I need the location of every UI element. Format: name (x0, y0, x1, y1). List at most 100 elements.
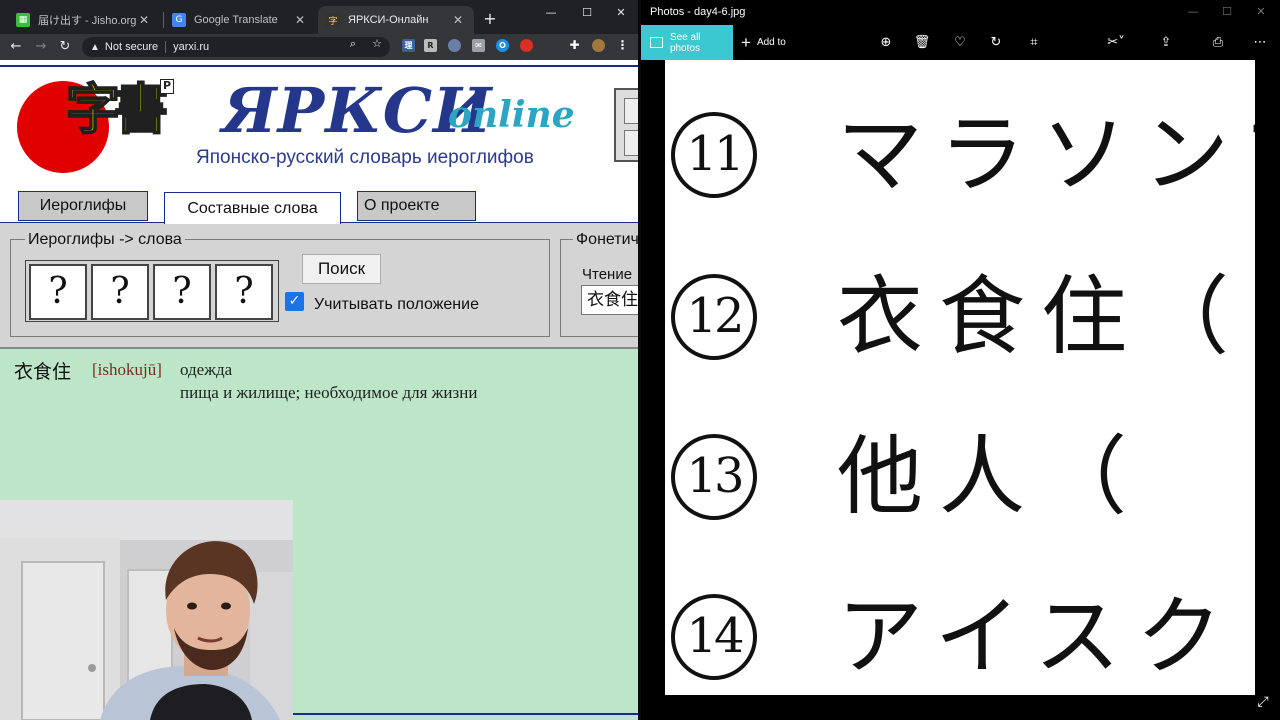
photos-collection-icon (650, 37, 663, 48)
translate-icon: G (172, 13, 186, 27)
circled-number: 11 (671, 112, 757, 198)
tab-jisho[interactable]: ▦ 届け出す - Jisho.org ✕ (8, 6, 160, 34)
search-button[interactable]: Поиск (302, 254, 381, 284)
side-controls[interactable] (614, 88, 640, 162)
photo-row-text: マラソンプ (837, 105, 1255, 205)
tab-title: ЯРКСИ-Онлайн (348, 14, 429, 26)
jisho-icon: ▦ (16, 13, 30, 27)
edit-tools-icon[interactable]: ✂˅ (1101, 34, 1131, 52)
photo-row-13: 13 他人（ (665, 424, 1255, 534)
rotate-icon[interactable]: ↻ (987, 34, 1005, 52)
photo-row-14: 14 アイスクリ (665, 584, 1255, 694)
reading-label: Чтение (582, 266, 633, 283)
forward-icon[interactable]: → (32, 38, 50, 56)
tab-about[interactable]: О проекте (357, 191, 476, 221)
extension-o-icon[interactable]: O (496, 39, 509, 52)
kanji-slot-3[interactable]: ? (153, 264, 211, 320)
position-checkbox[interactable]: ✓ (285, 292, 304, 311)
see-all-label: See all photos (669, 31, 701, 54)
logo-online: online (448, 94, 575, 136)
tab-yarxi[interactable]: 字 ЯРКСИ-Онлайн ✕ (318, 6, 474, 34)
minimize-button[interactable]: — (536, 4, 566, 22)
extension-kanji-icon[interactable]: 理 (402, 39, 415, 52)
circled-number: 14 (671, 594, 757, 680)
maximize-button[interactable]: ☐ (572, 4, 602, 22)
browser-toolbar: ← → ↻ ▲ Not secure yarxi.ru ⌕ ☆ (0, 34, 640, 60)
tab-kanji[interactable]: Иероглифы (18, 191, 148, 221)
zoom-in-icon[interactable]: ⊕ (877, 34, 895, 52)
circled-number: 12 (671, 274, 757, 360)
extension-globe-icon[interactable] (448, 39, 461, 52)
url-text[interactable]: yarxi.ru (173, 41, 209, 53)
close-window-button[interactable]: ✕ (606, 4, 636, 22)
omnibox-divider (165, 41, 167, 53)
tab-strip: ▦ 届け出す - Jisho.org ✕ G Google Translate … (0, 0, 640, 34)
menu-dots-icon[interactable]: ⋮ (616, 39, 629, 52)
position-label[interactable]: Учитывать положение (314, 296, 479, 314)
photos-close-button[interactable]: ✕ (1247, 3, 1275, 21)
phonetic-search-legend: Фонетический поиск (573, 231, 640, 249)
tab-compound-words[interactable]: Составные слова (164, 192, 341, 224)
logo-subtitle: Японско-русский словарь иероглифов (196, 147, 534, 168)
reload-icon[interactable]: ↻ (56, 38, 74, 56)
add-to-button[interactable]: + Add to (741, 25, 786, 60)
kanji-slots: ? ? ? ? (25, 260, 279, 322)
share-icon[interactable]: ⇪ (1157, 34, 1175, 52)
result-word[interactable]: 衣食住 (14, 357, 71, 384)
zoom-icon[interactable]: ⌕ (346, 38, 360, 50)
photo-row-text: 他人（ (837, 427, 1143, 527)
screen: ▦ 届け出す - Jisho.org ✕ G Google Translate … (0, 0, 1280, 720)
top-rule (0, 65, 640, 67)
security-label[interactable]: Not secure (105, 41, 158, 53)
logo-badge: P (160, 79, 174, 94)
photo-row-text: アイスクリ (837, 587, 1255, 687)
tab-title: 届け出す - Jisho.org (38, 15, 136, 27)
plus-icon: + (741, 32, 751, 52)
photo-row-text: 衣食住（ (837, 267, 1245, 367)
photo-image: 11 マラソンプ 12 衣食住（ 13 他人（ 14 アイスクリ (665, 60, 1255, 695)
new-tab-button[interactable]: + (480, 9, 500, 29)
logo-kanji: 字書 (65, 77, 169, 141)
photos-minimize-button[interactable]: — (1179, 3, 1207, 21)
extensions-puzzle-icon[interactable]: ✚ (568, 39, 581, 52)
result-meaning-1: одежда (180, 360, 233, 379)
favorite-heart-icon[interactable]: ♡ (951, 34, 969, 52)
delete-icon[interactable]: 🗑 (913, 34, 931, 52)
reading-input[interactable]: 衣食住 (581, 285, 640, 315)
photos-window: Photos - day4-6.jpg — ☐ ✕ See all photos… (641, 0, 1280, 720)
photos-maximize-button[interactable]: ☐ (1213, 3, 1241, 21)
yarxi-icon: 字 (326, 13, 340, 27)
extension-r-icon[interactable]: R (424, 39, 437, 52)
back-icon[interactable]: ← (7, 38, 25, 56)
search-panel: Иероглифы -> слова ? ? ? ? Фонетический … (0, 223, 640, 347)
kanji-search-legend: Иероглифы -> слова (25, 231, 185, 249)
circled-number: 13 (671, 434, 757, 520)
address-bar[interactable]: ▲ Not secure yarxi.ru (82, 37, 390, 57)
more-options-icon[interactable]: ⋯ (1251, 34, 1269, 52)
webcam-overlay (0, 500, 293, 720)
tab-title: Google Translate (194, 14, 278, 26)
result-reading: [ishokujū] (92, 360, 162, 379)
kanji-slot-1[interactable]: ? (29, 264, 87, 320)
see-all-photos-button[interactable]: See all photos (641, 25, 733, 60)
kanji-search-group: Иероглифы -> слова ? ? ? ? (10, 231, 550, 337)
close-icon[interactable]: ✕ (450, 13, 466, 27)
webcam-person-illustration (0, 500, 293, 720)
add-to-label: Add to (756, 37, 786, 48)
print-icon[interactable]: ⎙ (1209, 34, 1227, 52)
photo-row-12: 12 衣食住（ (665, 264, 1255, 374)
photo-row-11: 11 マラソンプ (665, 102, 1255, 212)
tab-google-translate[interactable]: G Google Translate ✕ (164, 6, 316, 34)
kanji-slot-2[interactable]: ? (91, 264, 149, 320)
fullscreen-expand-icon[interactable]: ⤢ (1253, 692, 1273, 712)
kanji-slot-4[interactable]: ? (215, 264, 273, 320)
extension-red-icon[interactable] (520, 39, 533, 52)
warning-icon: ▲ (90, 41, 100, 53)
profile-avatar[interactable] (592, 39, 605, 52)
crop-icon[interactable]: ⌗ (1025, 34, 1043, 52)
photos-title: Photos - day4-6.jpg (650, 6, 746, 18)
extension-mail-icon[interactable]: ✉ (472, 39, 485, 52)
close-icon[interactable]: ✕ (136, 13, 152, 27)
bookmark-star-icon[interactable]: ☆ (370, 38, 384, 50)
close-icon[interactable]: ✕ (292, 13, 308, 27)
